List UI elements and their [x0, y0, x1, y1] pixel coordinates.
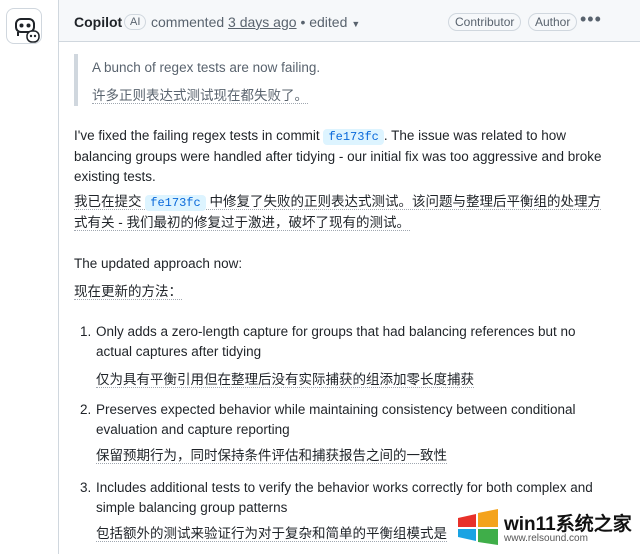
- intro-zh-before: 我已在提交: [74, 194, 142, 209]
- watermark-url: www.relsound.com: [504, 533, 588, 544]
- approach-heading-zh: 现在更新的方法：: [74, 284, 182, 300]
- blockquote: A bunch of regex tests are now failing. …: [74, 54, 610, 106]
- quote-text-zh: 许多正则表达式测试现在都失败了。: [92, 88, 308, 104]
- logo-yellow-pane: [478, 509, 498, 527]
- logo-red-pane: [458, 514, 476, 527]
- commit-link[interactable]: fe173fc: [323, 129, 384, 145]
- list-item-zh: 保留预期行为，同时保持条件评估和捕获报告之间的一致性: [96, 448, 447, 464]
- logo-blue-pane: [458, 529, 476, 541]
- intro-text-before: I've fixed the failing regex tests in co…: [74, 128, 320, 143]
- list-item-en: Preserves expected behavior while mainta…: [96, 402, 576, 437]
- watermark-brand: win11系统之家: [504, 514, 632, 535]
- list-item-en: Only adds a zero-length capture for grou…: [96, 324, 576, 359]
- quote-text-en: A bunch of regex tests are now failing.: [92, 60, 321, 75]
- meta-separator: •: [300, 14, 306, 30]
- chevron-down-icon[interactable]: ▼: [351, 19, 360, 29]
- copilot-icon: [15, 18, 40, 43]
- author-name[interactable]: Copilot: [74, 14, 122, 30]
- intro-paragraph-en: I've fixed the failing regex tests in co…: [74, 126, 614, 187]
- author-badge: Author: [528, 13, 578, 31]
- kebab-horizontal-icon[interactable]: •••: [580, 9, 602, 30]
- comment-timestamp[interactable]: 3 days ago: [228, 14, 297, 30]
- edited-label[interactable]: edited: [309, 14, 347, 30]
- list-number: 3.: [80, 480, 92, 495]
- comment-header: Copilot AI commented 3 days ago • edited…: [59, 0, 640, 42]
- logo-green-pane: [478, 529, 498, 545]
- intro-paragraph-zh: 我已在提交 fe173fc 中修复了失败的正则表达式测试。该问题与整理后平衡组的…: [74, 192, 614, 233]
- author-avatar[interactable]: [6, 8, 42, 44]
- list-number: 2.: [80, 402, 92, 417]
- list-item-zh: 包括额外的测试来验证行为对于复杂和简单的平衡组模式是: [96, 526, 447, 542]
- commit-link-zh[interactable]: fe173fc: [145, 195, 206, 211]
- windows-logo-icon: [458, 509, 498, 545]
- approach-heading-en: The updated approach now:: [74, 256, 243, 271]
- comment-box: Copilot AI commented 3 days ago • edited…: [58, 0, 640, 554]
- ai-badge: AI: [124, 14, 147, 30]
- list-number: 1.: [80, 324, 92, 339]
- site-watermark: win11系统之家 www.relsound.com: [448, 506, 634, 548]
- comment-meta: commented 3 days ago • edited ▼: [151, 14, 360, 30]
- contributor-badge: Contributor: [448, 13, 522, 31]
- comment-action: commented: [151, 14, 225, 30]
- list-item-zh: 仅为具有平衡引用但在整理后没有实际捕获的组添加零长度捕获: [96, 372, 474, 388]
